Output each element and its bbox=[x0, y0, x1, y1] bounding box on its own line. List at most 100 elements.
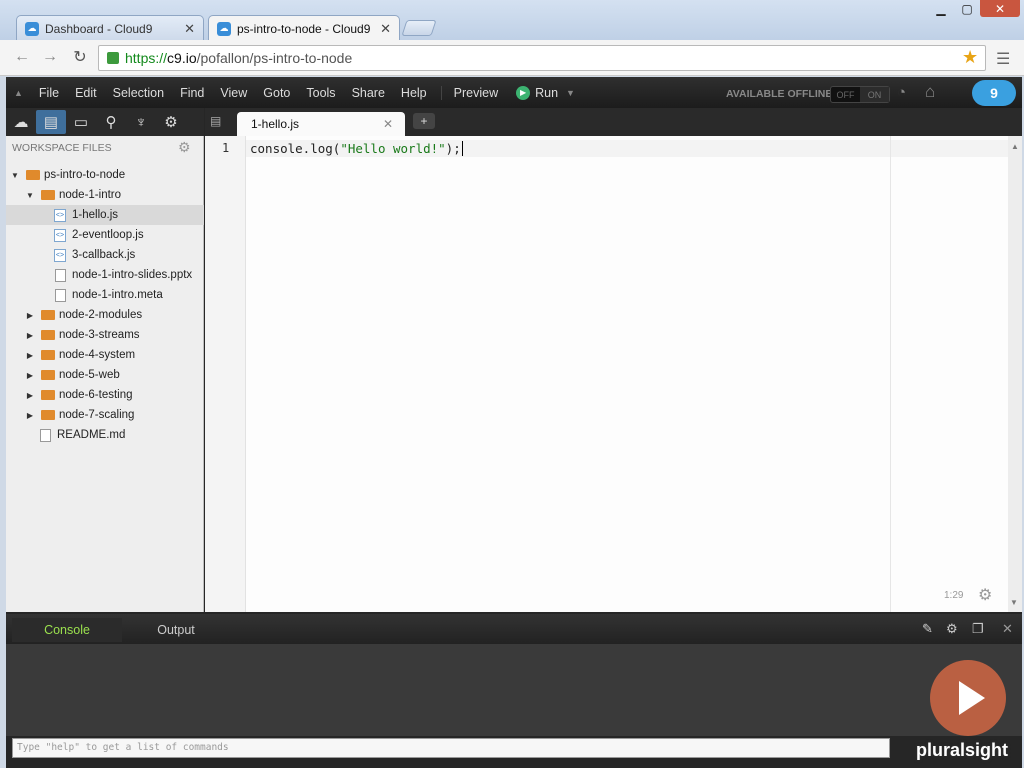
tab-console[interactable]: Console bbox=[12, 618, 122, 642]
scroll-down-icon[interactable]: ▼ bbox=[1010, 598, 1018, 607]
cloud9-logo[interactable]: 9 bbox=[972, 80, 1016, 106]
run-figure-icon[interactable]: ⚲ bbox=[96, 110, 126, 134]
menu-tools[interactable]: Tools bbox=[298, 86, 343, 100]
tree-label: 2-eventloop.js bbox=[72, 229, 144, 241]
tree-file[interactable]: node-1-intro.meta bbox=[6, 285, 204, 305]
expand-arrow-icon[interactable]: ▶ bbox=[25, 331, 35, 340]
close-icon[interactable]: ✕ bbox=[184, 21, 195, 37]
tree-label: ps-intro-to-node bbox=[44, 169, 126, 181]
line-gutter bbox=[205, 136, 246, 612]
offline-toggle[interactable]: OFF ON bbox=[830, 86, 890, 103]
gear-icon[interactable]: ⚙ bbox=[156, 110, 186, 134]
gear-icon[interactable]: ⚙ bbox=[978, 585, 992, 605]
code-line[interactable]: console.log("Hello world!"); bbox=[250, 141, 463, 156]
folder-icon bbox=[26, 170, 40, 180]
drive-icon[interactable]: ▭ bbox=[66, 110, 96, 134]
back-arrow-icon[interactable]: ← bbox=[12, 48, 32, 66]
tab-output[interactable]: Output bbox=[140, 618, 212, 642]
close-icon[interactable]: ✕ bbox=[383, 117, 393, 131]
reload-icon[interactable]: ↻ bbox=[70, 48, 90, 66]
expand-arrow-icon[interactable]: ▼ bbox=[25, 191, 35, 200]
folder-icon bbox=[41, 310, 55, 320]
chevron-down-icon[interactable]: ▼ bbox=[566, 88, 575, 98]
lock-icon bbox=[107, 52, 119, 64]
cloud9-icon: ☁ bbox=[217, 21, 231, 36]
tree-folder[interactable]: ▶ node-6-testing bbox=[6, 385, 204, 405]
tree-folder[interactable]: ▶ node-2-modules bbox=[6, 305, 204, 325]
run-button[interactable]: ▶ Run ▼ bbox=[508, 85, 583, 100]
tree-file[interactable]: <> 3-callback.js bbox=[6, 245, 204, 265]
menu-help[interactable]: Help bbox=[393, 86, 435, 100]
browser-tab-dashboard[interactable]: ☁ Dashboard - Cloud9 ✕ bbox=[16, 15, 204, 41]
expand-arrow-icon[interactable]: ▶ bbox=[25, 391, 35, 400]
expand-arrow-icon[interactable]: ▼ bbox=[10, 171, 20, 180]
workspace-files-title: WORKSPACE FILES bbox=[12, 142, 112, 154]
scroll-up-icon[interactable]: ▲ bbox=[1008, 142, 1022, 151]
tree-file[interactable]: <> 2-eventloop.js bbox=[6, 225, 204, 245]
text-cursor bbox=[461, 141, 463, 156]
minimize-button[interactable]: ▁ bbox=[928, 0, 954, 17]
tree-file[interactable]: README.md bbox=[6, 425, 204, 445]
close-icon[interactable]: ✕ bbox=[380, 21, 391, 37]
speedometer-icon[interactable]: ◔ bbox=[897, 84, 906, 101]
menu-find[interactable]: Find bbox=[172, 86, 212, 100]
console-output bbox=[6, 644, 1022, 736]
tree-folder[interactable]: ▶ node-4-system bbox=[6, 345, 204, 365]
brush-icon[interactable]: ✎ bbox=[922, 621, 933, 637]
menu-file[interactable]: File bbox=[31, 86, 67, 100]
tree-label: node-6-testing bbox=[59, 389, 133, 401]
window-close-button[interactable]: ✕ bbox=[980, 0, 1020, 17]
pluralsight-logo: pluralsight bbox=[916, 740, 1009, 760]
code-editor[interactable] bbox=[205, 136, 1008, 612]
expand-arrow-icon[interactable]: ▶ bbox=[25, 311, 35, 320]
cloud9-icon[interactable]: ☁ bbox=[6, 110, 36, 134]
home-icon[interactable]: ⌂ bbox=[925, 82, 935, 102]
tree-folder[interactable]: ▼ ps-intro-to-node bbox=[6, 165, 204, 185]
tree-folder[interactable]: ▶ node-5-web bbox=[6, 365, 204, 385]
menu-selection[interactable]: Selection bbox=[105, 86, 172, 100]
tree-folder[interactable]: ▶ node-3-streams bbox=[6, 325, 204, 345]
play-icon[interactable] bbox=[930, 660, 1006, 736]
maximize-icon[interactable]: ❐ bbox=[972, 621, 984, 637]
address-bar[interactable]: https://c9.io/pofallon/ps-intro-to-node bbox=[98, 45, 986, 71]
tree-folder[interactable]: ▶ node-7-scaling bbox=[6, 405, 204, 425]
new-tab-button[interactable] bbox=[401, 20, 437, 36]
tree-file[interactable]: <> 1-hello.js bbox=[6, 205, 204, 225]
menu-share[interactable]: Share bbox=[344, 86, 393, 100]
expand-arrow-icon[interactable]: ▶ bbox=[25, 351, 35, 360]
preview-button[interactable]: Preview bbox=[440, 85, 506, 100]
hamburger-menu-icon[interactable]: ☰ bbox=[996, 49, 1010, 69]
url-host: c9.io bbox=[167, 50, 197, 66]
gear-icon[interactable]: ⚙ bbox=[946, 621, 958, 637]
js-file-icon: <> bbox=[54, 208, 66, 222]
tree-label: node-7-scaling bbox=[59, 409, 135, 421]
folder-icon bbox=[41, 350, 55, 360]
tree-label: node-1-intro.meta bbox=[72, 289, 163, 301]
play-icon: ▶ bbox=[516, 85, 531, 100]
expand-arrow-icon[interactable]: ▶ bbox=[25, 371, 35, 380]
folder-icon bbox=[41, 330, 55, 340]
gear-icon[interactable]: ⚙ bbox=[178, 139, 191, 156]
menu-view[interactable]: View bbox=[212, 86, 255, 100]
editor-scrollbar[interactable]: ▲ bbox=[1008, 136, 1022, 612]
js-file-icon: <> bbox=[54, 248, 66, 262]
collapse-icon[interactable]: ▲ bbox=[6, 88, 31, 98]
menu-edit[interactable]: Edit bbox=[67, 86, 105, 100]
close-icon[interactable]: ✕ bbox=[1002, 621, 1013, 637]
expand-arrow-icon[interactable]: ▶ bbox=[25, 411, 35, 420]
tab-list-icon[interactable]: ▤ bbox=[210, 114, 221, 128]
tree-folder[interactable]: ▼ node-1-intro bbox=[6, 185, 204, 205]
maximize-button[interactable]: ▢ bbox=[954, 0, 980, 17]
debug-icon[interactable]: ♆ bbox=[126, 110, 156, 134]
browser-tab-ps-intro[interactable]: ☁ ps-intro-to-node - Cloud9 ✕ bbox=[208, 15, 400, 41]
menu-goto[interactable]: Goto bbox=[255, 86, 298, 100]
bookmark-star-icon[interactable]: ★ bbox=[962, 47, 978, 68]
add-tab-button[interactable]: + bbox=[413, 113, 435, 129]
editor-tab[interactable]: 1-hello.js ✕ bbox=[237, 112, 405, 136]
tree-file[interactable]: node-1-intro-slides.pptx bbox=[6, 265, 204, 285]
command-input[interactable]: Type "help" to get a list of commands bbox=[12, 738, 890, 758]
forward-arrow-icon[interactable]: → bbox=[40, 48, 60, 66]
files-icon[interactable]: ▤ bbox=[36, 110, 66, 134]
line-number: 1 bbox=[222, 141, 230, 155]
tree-label: README.md bbox=[57, 429, 126, 441]
